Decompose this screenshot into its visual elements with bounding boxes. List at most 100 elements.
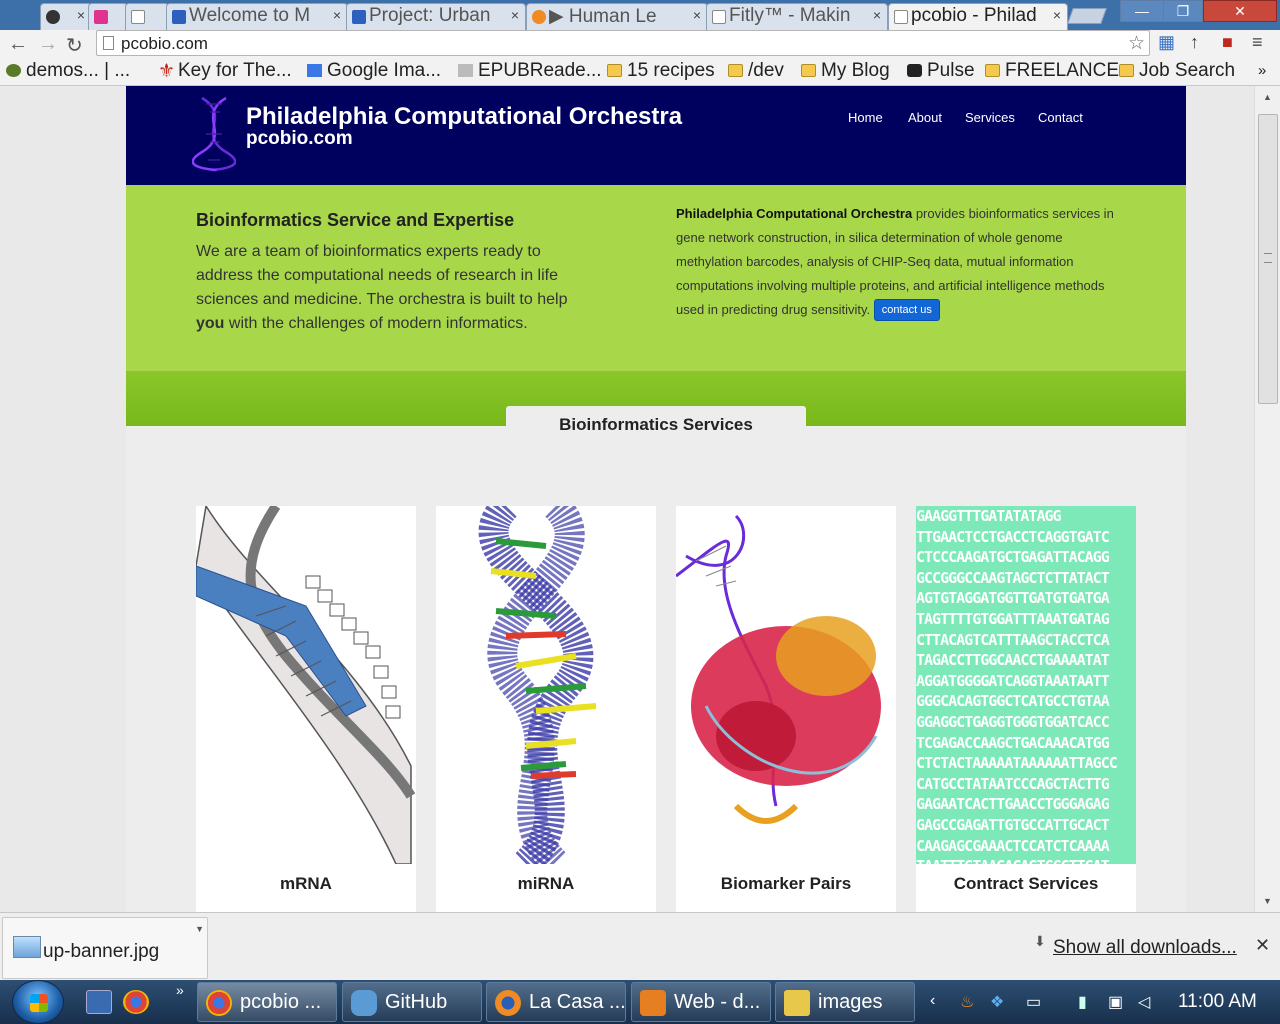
- close-icon[interactable]: ×: [77, 7, 85, 23]
- bookmarks-overflow-button[interactable]: »: [1258, 62, 1266, 79]
- bookmark-label: demos... | ...: [26, 60, 131, 81]
- scroll-up-arrow-icon[interactable]: ▲: [1263, 92, 1272, 102]
- menu-icon[interactable]: ≡: [1252, 32, 1263, 53]
- chevron-down-icon[interactable]: ▼: [195, 924, 204, 934]
- bookmark-pulse[interactable]: Pulse: [907, 60, 975, 82]
- folder-icon: [728, 64, 743, 77]
- close-icon[interactable]: ×: [873, 7, 881, 23]
- dna-sequence-illustration: GAAGGTTTGATATATAGG TTGAACTCCTGACCTCAGGTGA…: [916, 506, 1136, 864]
- mirna-illustration: [478, 506, 597, 864]
- tab-github[interactable]: ×: [40, 3, 92, 30]
- forward-arrow-icon[interactable]: →: [38, 33, 58, 56]
- tab-human-le[interactable]: ▶ Human Le ×: [526, 3, 708, 30]
- dna-sequence-line: TTGAACTCCTGACCTCAGGTGATC: [916, 527, 1110, 546]
- desktop-icon[interactable]: [86, 990, 112, 1014]
- dna-sequence-line: AGGATGGGGATCAGGTAAATAATT: [916, 671, 1110, 690]
- bookmark-dev[interactable]: /dev: [728, 60, 784, 82]
- windows-logo-icon: [30, 994, 48, 1012]
- dna-sequence-line: TAGTTTTGTGGATTTAAATGATAG: [916, 609, 1110, 628]
- service-card-contract-services[interactable]: GAAGGTTTGATATATAGG TTGAACTCCTGACCTCAGGTGA…: [916, 506, 1136, 912]
- vertical-scrollbar[interactable]: ▲ ▼: [1254, 86, 1280, 912]
- close-icon[interactable]: ×: [511, 7, 519, 23]
- download-filename: up-banner.jpg: [43, 941, 160, 962]
- taskbar-label: images: [818, 991, 883, 1013]
- network-icon[interactable]: ▣: [1108, 992, 1123, 1012]
- tab-fitly[interactable]: Fitly™ - Makin ×: [706, 3, 888, 30]
- page-icon: [894, 10, 908, 24]
- reload-icon[interactable]: ↻: [66, 33, 83, 58]
- dropbox-icon[interactable]: ❖: [990, 992, 1004, 1012]
- upload-arrow-icon[interactable]: ↑: [1190, 32, 1199, 53]
- bookmark-job-search[interactable]: Job Search: [1119, 60, 1235, 82]
- folder-icon: [1119, 64, 1134, 77]
- service-label: miRNA: [517, 874, 575, 893]
- system-clock[interactable]: 11:00 AM: [1178, 991, 1257, 1013]
- tab-pink-app[interactable]: [88, 3, 128, 30]
- tray-expand-chevron-icon[interactable]: ‹: [930, 992, 935, 1010]
- taskbar-item-images[interactable]: images: [775, 982, 915, 1022]
- brand[interactable]: Philadelphia Computational Orchestra pco…: [246, 103, 682, 150]
- bookmark-google-images[interactable]: Google Ima...: [307, 60, 441, 82]
- page-icon: [712, 10, 726, 24]
- service-card-mirna[interactable]: miRNA: [436, 506, 656, 912]
- services-heading: Bioinformatics Services: [506, 406, 806, 438]
- address-bar[interactable]: pcobio.com ☆: [96, 30, 1150, 56]
- taskbar-item-pcobio[interactable]: pcobio ...: [197, 982, 337, 1022]
- close-icon[interactable]: ✕: [1255, 935, 1270, 956]
- tab-blank[interactable]: [125, 3, 169, 30]
- close-icon[interactable]: ×: [333, 7, 341, 23]
- nav-about[interactable]: About: [908, 110, 942, 125]
- quicklaunch-overflow-button[interactable]: »: [176, 982, 184, 998]
- tab-project-urban[interactable]: Project: Urban ×: [346, 3, 526, 30]
- nav-services[interactable]: Services: [965, 110, 1015, 125]
- chrome-icon[interactable]: [123, 990, 149, 1014]
- display-icon[interactable]: ▭: [1026, 992, 1041, 1012]
- bookmark-star-icon[interactable]: ☆: [1128, 32, 1145, 55]
- minimize-button[interactable]: —: [1120, 0, 1164, 22]
- back-arrow-icon[interactable]: ←: [8, 33, 28, 56]
- bookmark-key[interactable]: ⚜ Key for The...: [158, 60, 292, 82]
- tab-label: Fitly™ - Makin: [729, 5, 851, 26]
- scroll-down-arrow-icon[interactable]: ▼: [1263, 896, 1272, 906]
- taskbar-item-firefox[interactable]: La Casa ...: [486, 982, 626, 1022]
- bookmark-demos[interactable]: demos... | ...: [6, 60, 130, 82]
- new-tab-button[interactable]: [1067, 8, 1107, 24]
- biomarker-illustration: [676, 514, 881, 824]
- tab-label: Project: Urban: [369, 5, 491, 26]
- tab-pcobio[interactable]: pcobio - Philad ×: [888, 3, 1068, 30]
- dna-sequence-line: CATGCCTATAATCCCAGCTACTTG: [916, 774, 1110, 793]
- hero-section: Bioinformatics Service and Expertise We …: [126, 185, 1186, 371]
- folder-icon: [607, 64, 622, 77]
- bookmark-label: EPUBReade...: [478, 60, 602, 81]
- dna-sequence-line: GAAGGTTTGATATATAGG: [916, 507, 1062, 525]
- page-viewport: Philadelphia Computational Orchestra pco…: [0, 86, 1254, 912]
- tab-strip: × Welcome to M × Project: Urban × ▶ Huma…: [0, 0, 1280, 30]
- java-icon[interactable]: ♨: [960, 992, 974, 1012]
- power-icon[interactable]: ▮: [1078, 992, 1087, 1012]
- download-item[interactable]: up-banner.jpg ▼: [2, 917, 208, 979]
- bookmark-my-blog[interactable]: My Blog: [801, 60, 890, 82]
- taskbar-item-web[interactable]: Web - d...: [631, 982, 771, 1022]
- close-icon[interactable]: ×: [693, 7, 701, 23]
- volume-icon[interactable]: ◁: [1138, 992, 1150, 1012]
- close-icon[interactable]: ×: [1053, 7, 1061, 23]
- tab-welcome[interactable]: Welcome to M ×: [166, 3, 348, 30]
- bookmark-label: Pulse: [927, 60, 975, 81]
- maximize-button[interactable]: ❐: [1163, 0, 1203, 22]
- dna-sequence-line: GGAGGCTGAGGTGGGTGGATCACC: [916, 712, 1110, 731]
- service-card-biomarker-pairs[interactable]: Biomarker Pairs: [676, 506, 896, 912]
- taskbar-item-github[interactable]: GitHub: [342, 982, 482, 1022]
- extension-grid-icon[interactable]: ▦: [1158, 32, 1175, 53]
- nav-home[interactable]: Home: [848, 110, 883, 125]
- show-all-downloads-link[interactable]: Show all downloads...: [1053, 937, 1237, 959]
- scrollbar-thumb[interactable]: [1258, 114, 1278, 404]
- start-button[interactable]: [12, 980, 64, 1024]
- bookmark-freelance[interactable]: FREELANCE: [985, 60, 1119, 82]
- contact-us-button[interactable]: contact us: [873, 299, 940, 321]
- bookmark-epubreader[interactable]: EPUBReade...: [458, 60, 602, 82]
- service-card-mrna[interactable]: mRNA: [196, 506, 416, 912]
- bookmark-red-icon[interactable]: ■: [1222, 32, 1233, 53]
- bookmark-15-recipes[interactable]: 15 recipes: [607, 60, 715, 82]
- window-close-button[interactable]: ✕: [1203, 0, 1277, 22]
- nav-contact[interactable]: Contact: [1038, 110, 1083, 125]
